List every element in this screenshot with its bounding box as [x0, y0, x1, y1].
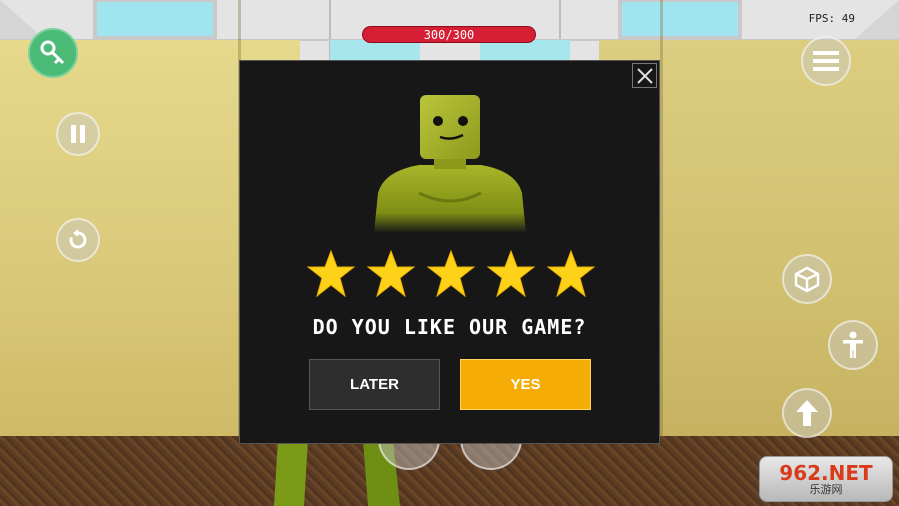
menu-icon	[813, 51, 839, 71]
site-watermark-logo: 962.NET 乐游网	[759, 456, 893, 502]
later-label: LATER	[350, 376, 399, 393]
later-button[interactable]: LATER	[309, 359, 440, 410]
yes-label: YES	[510, 376, 541, 393]
star-5[interactable]	[546, 249, 596, 299]
wall-corner	[660, 0, 663, 470]
star-3[interactable]	[426, 249, 476, 299]
restart-icon	[69, 229, 87, 249]
menu-button[interactable]	[801, 36, 851, 86]
key-icon	[40, 40, 65, 65]
star-2[interactable]	[366, 249, 416, 299]
pause-icon	[71, 125, 85, 143]
key-button[interactable]	[28, 28, 78, 78]
cube-icon	[794, 266, 820, 292]
close-icon	[636, 67, 653, 84]
stand-button[interactable]	[828, 320, 878, 370]
health-text: 300/300	[423, 28, 475, 42]
yes-button[interactable]: YES	[460, 359, 591, 410]
pause-button[interactable]	[56, 112, 100, 156]
close-button[interactable]	[632, 63, 657, 88]
fps-counter: FPS: 49	[808, 12, 855, 25]
star-4[interactable]	[486, 249, 536, 299]
jump-button[interactable]	[782, 388, 832, 438]
health-bar: 300/300	[362, 26, 536, 43]
build-button[interactable]	[782, 254, 832, 304]
watermark-sub: 乐游网	[809, 482, 843, 496]
arrow-up-icon	[796, 400, 818, 426]
person-icon	[843, 331, 863, 358]
watermark-main: 962.NET	[779, 460, 873, 485]
rating-dialog: DO YOU LIKE OUR GAME? LATER YES	[239, 60, 660, 444]
star-rating	[306, 249, 596, 299]
character-portrait	[374, 95, 526, 233]
star-1[interactable]	[306, 249, 356, 299]
rating-question: DO YOU LIKE OUR GAME?	[312, 315, 587, 339]
restart-button[interactable]	[56, 218, 100, 262]
